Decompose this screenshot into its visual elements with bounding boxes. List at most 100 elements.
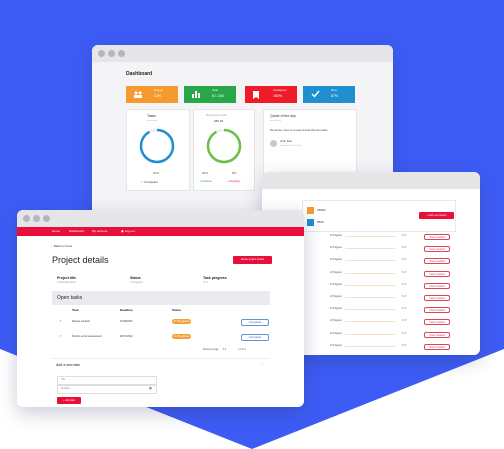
trash-icon[interactable]: ▪	[60, 334, 61, 339]
row-status: In Progress	[330, 271, 342, 274]
column-header-status: Status	[172, 308, 182, 312]
row-progress-track	[345, 333, 395, 335]
page-title: Dashboard	[126, 71, 153, 77]
row-progress-track	[345, 248, 395, 250]
stat-value: 12%	[154, 94, 162, 98]
quote-text: Remember: there is no easy formula that …	[270, 129, 328, 132]
complete-button[interactable]: Complete	[241, 334, 269, 341]
task-name: Perform a risk assessment	[72, 335, 102, 338]
page-title: Project details	[52, 255, 109, 265]
task-deadline: 08/17/2023	[120, 335, 133, 338]
projects-card: Projects this month 382.26 92% 8% ● Fini…	[193, 109, 255, 191]
view-details-button[interactable]: View details	[424, 295, 450, 301]
stat-card-projects[interactable]: Projects 12%	[126, 86, 178, 103]
project-title-value: Online Education	[57, 281, 77, 284]
stat-value: 180%	[273, 94, 282, 98]
project-details-window: Home Dashboard My account ▣ Log out ← Ba…	[17, 210, 304, 407]
chevron-up-icon[interactable]: ⌃	[261, 363, 264, 366]
stat-swatch	[307, 207, 314, 214]
stat-swatch	[307, 219, 314, 226]
check-icon	[311, 90, 320, 98]
quote-author-role: Team lead, Tech Dept	[280, 145, 302, 147]
open-tasks-header: Open tasks	[52, 291, 270, 305]
bar-chart-icon	[192, 91, 200, 98]
ongoing-percent: 8%	[232, 171, 237, 175]
row-status: In Progress	[330, 344, 342, 347]
row-count: 3 / 7	[402, 271, 407, 274]
nav-logout[interactable]: ▣ Log out	[121, 230, 135, 233]
complete-button[interactable]: Complete	[241, 319, 269, 326]
window-titlebar	[262, 172, 480, 189]
trash-icon[interactable]: ▪	[60, 319, 61, 324]
view-details-button[interactable]: View details	[424, 343, 450, 350]
next-page-icon[interactable]: ›	[262, 348, 263, 351]
deadline-placeholder: Deadline	[61, 388, 71, 390]
title-placeholder: Title	[61, 379, 66, 381]
row-progress-track	[345, 321, 395, 323]
column-header-deadline: Deadline	[120, 308, 133, 312]
add-project-button[interactable]: + Add new project	[419, 212, 454, 219]
window-dot[interactable]	[118, 50, 125, 57]
window-dot[interactable]	[108, 50, 115, 57]
stat-value: 6526	[317, 220, 324, 224]
quote-author: John Doe	[280, 139, 292, 143]
task-progress-label: Task progress	[203, 276, 227, 280]
row-status: In Progress	[330, 296, 342, 298]
stat-card-unassigned[interactable]: Unassigned 180%	[245, 86, 297, 103]
tasks-progress-ring	[139, 128, 175, 164]
delete-project-button[interactable]: Delete project details	[233, 256, 272, 264]
row-count: 2 / 7	[402, 259, 407, 262]
status-value: In Progress	[130, 281, 143, 284]
card-title: Projects this month	[206, 114, 227, 117]
check-icon: ✓	[141, 180, 144, 184]
legend-label: Finished	[202, 180, 212, 183]
view-details-button[interactable]: View details	[424, 319, 450, 326]
view-details-button[interactable]: View details	[424, 331, 450, 338]
pagination-range: 1-2 of 2	[238, 349, 246, 351]
row-count: 3 / 7	[402, 332, 407, 335]
row-progress-track	[345, 297, 395, 298]
rows-per-page-label: Rows per page:	[203, 349, 220, 351]
window-dot[interactable]	[43, 215, 50, 222]
nav-logout-label: Log out	[124, 229, 135, 233]
view-details-button[interactable]: View details	[424, 246, 450, 253]
card-subtitle: this month	[147, 120, 158, 122]
deadline-input[interactable]: Deadline ▦	[57, 385, 157, 394]
row-count: 2 / 7	[402, 320, 407, 323]
add-task-button[interactable]: + Add task	[57, 397, 81, 404]
nav-home[interactable]: Home	[52, 230, 60, 233]
window-dot[interactable]	[23, 215, 30, 222]
stat-card-tasks[interactable]: Tasks $ 1.34K	[184, 86, 236, 103]
row-progress-track	[345, 272, 395, 274]
row-progress-track	[345, 260, 395, 262]
view-details-button[interactable]: View details	[424, 307, 450, 314]
row-count: 3 / 7	[402, 296, 407, 298]
rows-per-page-select[interactable]: 5 ▾	[223, 349, 226, 351]
view-details-button[interactable]: View details	[424, 270, 450, 277]
users-icon	[134, 91, 142, 98]
view-details-button[interactable]: View details	[424, 282, 450, 289]
row-progress-track	[345, 284, 395, 286]
window-titlebar	[17, 210, 304, 227]
window-dot[interactable]	[98, 50, 105, 57]
avatar	[270, 140, 277, 147]
tasks-legend: ✓ Completed	[141, 181, 158, 184]
stat-value: 87%	[331, 94, 339, 98]
row-status: In Progress	[330, 247, 342, 250]
view-details-button[interactable]: View details	[424, 234, 450, 240]
nav-dashboard[interactable]: Dashboard	[69, 230, 84, 233]
finished-percent: 92%	[202, 171, 209, 175]
row-status: In Progress	[330, 283, 342, 286]
row-status: In Progress	[330, 235, 342, 237]
view-details-button[interactable]: View details	[424, 258, 450, 265]
window-dot[interactable]	[33, 215, 40, 222]
back-link[interactable]: ← Back to home	[50, 245, 72, 248]
stat-card-done[interactable]: Done 87%	[303, 86, 355, 103]
calendar-icon[interactable]: ▦	[149, 387, 152, 390]
title-input[interactable]: Title	[57, 376, 157, 385]
chevron-down-icon: ▾	[224, 349, 227, 351]
prev-page-icon[interactable]: ‹	[254, 348, 255, 351]
stat-label: Unassigned	[273, 89, 287, 92]
stat-label: Tasks	[212, 89, 219, 92]
nav-my-account[interactable]: My account	[92, 230, 107, 233]
